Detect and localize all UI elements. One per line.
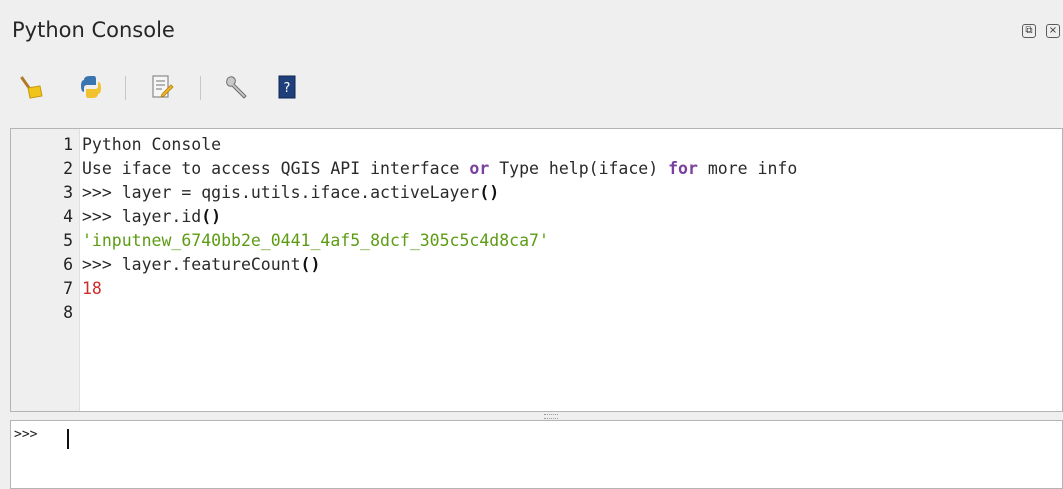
line-text: >>> layer.id()	[82, 207, 222, 226]
clear-console-button[interactable]	[18, 72, 48, 102]
help-button[interactable]: ?	[272, 72, 302, 102]
close-panel-button[interactable]: ×	[1046, 24, 1060, 38]
dock-titlebar: Python Console ⧉ ×	[0, 0, 1063, 62]
line-text: 'inputnew_6740bb2e_0441_4af5_8dcf_305c5c…	[82, 231, 549, 250]
line-number: 8	[63, 303, 73, 322]
input-prompt: >>>	[14, 427, 38, 442]
python-run-icon	[81, 76, 101, 98]
text-cursor	[67, 429, 69, 449]
line-number: 7	[63, 279, 73, 298]
wrench-icon	[226, 76, 247, 99]
editor-icon	[152, 75, 174, 98]
run-command-button[interactable]	[76, 72, 106, 102]
line-number: 4	[63, 207, 73, 226]
splitter-handle[interactable]	[10, 412, 1063, 420]
line-text: >>> layer.featureCount()	[82, 255, 321, 274]
line-text: Python Console	[82, 135, 222, 154]
float-panel-button[interactable]: ⧉	[1022, 24, 1036, 38]
panel-title: Python Console	[12, 18, 175, 42]
svg-text:?: ?	[284, 81, 291, 96]
show-editor-button[interactable]	[146, 72, 176, 102]
command-input[interactable]: >>>	[10, 420, 1063, 489]
line-text: 18	[82, 279, 102, 298]
line-number: 6	[63, 255, 73, 274]
line-number: 1	[63, 135, 73, 154]
line-number: 5	[63, 231, 73, 250]
line-text: >>> layer = qgis.utils.iface.activeLayer…	[82, 183, 500, 202]
options-button[interactable]	[222, 72, 252, 102]
line-number: 3	[63, 183, 73, 202]
console-toolbar: ?	[0, 66, 1063, 110]
line-number: 2	[63, 159, 73, 178]
broom-icon	[20, 76, 43, 99]
console-output[interactable]: 1 Python Console 2 Use iface to access QGIS…	[10, 128, 1063, 412]
line-text: Use iface to access QGIS API interface o…	[82, 159, 798, 178]
help-book-icon: ?	[278, 75, 296, 99]
